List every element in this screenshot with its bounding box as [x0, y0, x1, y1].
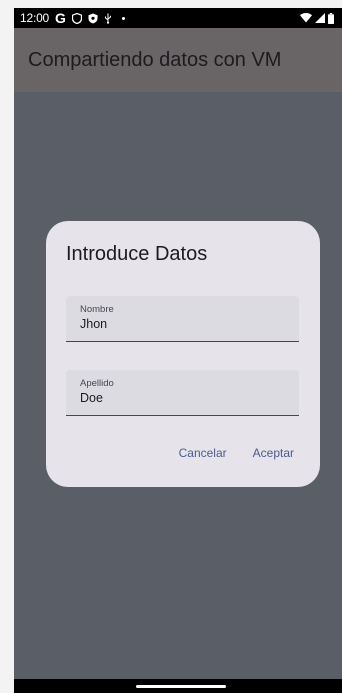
- cancel-button[interactable]: Cancelar: [171, 444, 235, 462]
- phone-screen: 12:00 G Compartiendo datos con VM Introd…: [14, 8, 342, 693]
- google-g-icon: G: [55, 10, 66, 26]
- accept-button[interactable]: Aceptar: [245, 444, 302, 462]
- usb-icon: [104, 13, 112, 24]
- nombre-label: Nombre: [80, 304, 114, 315]
- dialog-title: Introduce Datos: [66, 243, 208, 265]
- app-title: Compartiendo datos con VM: [28, 48, 282, 71]
- apellido-value[interactable]: Doe: [80, 391, 103, 405]
- shield-icon: [71, 12, 82, 24]
- input-dialog: Introduce Datos Nombre Jhon Apellido Doe…: [46, 221, 320, 487]
- dot-icon: [121, 16, 125, 20]
- dialog-actions: Cancelar Aceptar: [171, 444, 302, 462]
- apellido-field[interactable]: Apellido Doe: [66, 370, 299, 416]
- wifi-icon: [300, 13, 312, 23]
- nombre-value[interactable]: Jhon: [80, 317, 107, 331]
- vpn-shield-icon: [88, 13, 98, 24]
- home-indicator[interactable]: [136, 685, 226, 688]
- navigation-bar: [14, 679, 342, 693]
- app-bar: Compartiendo datos con VM: [14, 28, 342, 92]
- nombre-field[interactable]: Nombre Jhon: [66, 296, 299, 342]
- status-left-group: 12:00 G: [20, 11, 125, 25]
- apellido-label: Apellido: [80, 378, 114, 389]
- status-bar: 12:00 G: [14, 8, 342, 28]
- status-right-group: [300, 12, 334, 24]
- status-time: 12:00: [20, 11, 50, 25]
- signal-icon: [315, 13, 325, 23]
- battery-icon: [328, 12, 334, 24]
